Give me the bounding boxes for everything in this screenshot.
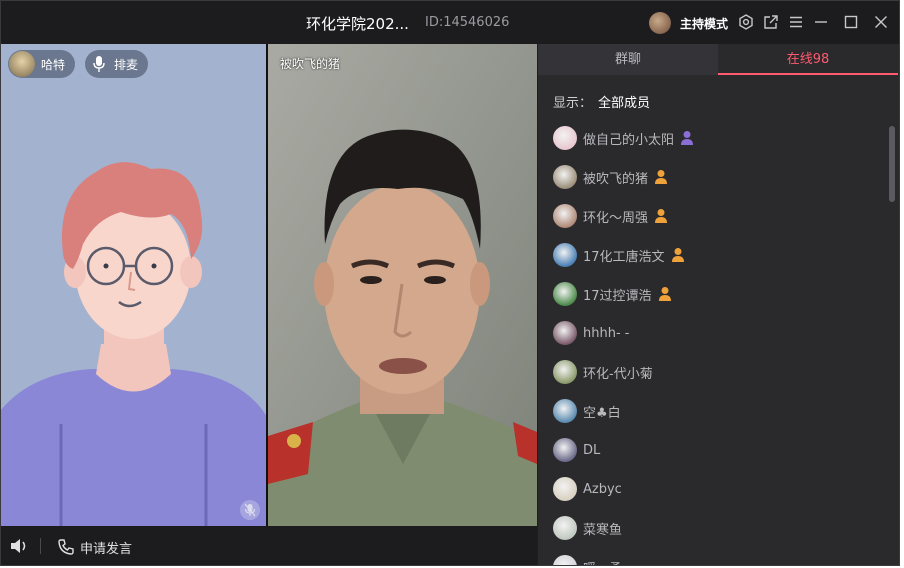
avatar: [553, 516, 577, 540]
member-name: 空♣白: [583, 405, 621, 421]
member-row[interactable]: 做自己的小太阳: [553, 125, 694, 151]
side-panel: 群聊 在线98 显示： 全部成员 做自己的小太阳 被吹飞的猪环化～周强 17化工唐浩文…: [538, 44, 899, 566]
member-name: 17化工唐浩文: [583, 249, 665, 265]
popout-icon[interactable]: [762, 13, 780, 31]
speaker-role-icon: [658, 286, 672, 302]
member-row[interactable]: 17化工唐浩文: [553, 242, 685, 268]
member-row[interactable]: Azbyc: [553, 476, 622, 502]
mic-queue-label: 排麦: [114, 57, 139, 72]
avatar: [553, 165, 577, 189]
tab-online-members[interactable]: 在线98: [718, 44, 898, 75]
phone-icon: [58, 539, 74, 555]
member-name: 被吹飞的猪: [583, 171, 649, 187]
member-row[interactable]: 被吹飞的猪: [553, 164, 668, 190]
member-row[interactable]: hhhh- -: [553, 320, 629, 346]
member-name: Azbyc: [583, 481, 622, 497]
member-list: 做自己的小太阳 被吹飞的猪环化～周强 17化工唐浩文 17过控谭浩 hhhh- - 环化-…: [538, 119, 888, 566]
apply-to-speak-button[interactable]: 申请发言: [57, 536, 132, 558]
avatar: [553, 282, 577, 306]
bottom-toolbar: 申请发言: [1, 526, 537, 565]
avatar: [553, 204, 577, 228]
member-filter[interactable]: 显示： 全部成员: [553, 92, 650, 111]
host-avatar[interactable]: [649, 12, 671, 34]
member-name: 菜寒鱼: [583, 522, 623, 538]
toolbar-divider: [40, 538, 41, 554]
settings-icon[interactable]: [737, 13, 755, 31]
filter-label: 显示：: [553, 96, 593, 111]
avatar: [553, 243, 577, 267]
member-name: 做自己的小太阳: [583, 132, 675, 148]
member-name: 暖、柔: [583, 558, 622, 566]
speaker-role-icon: [654, 208, 668, 224]
member-row[interactable]: 暖、柔: [553, 554, 622, 566]
avatar: [553, 477, 577, 501]
camera-user-name: 被吹飞的猪: [280, 57, 341, 71]
panel-tabs: 群聊 在线98: [538, 44, 899, 75]
filter-value: 全部成员: [598, 96, 651, 111]
avatar-illustration: [1, 44, 266, 526]
member-row[interactable]: 环化～周强: [553, 203, 668, 229]
title-bar: 环化学院202... ID:14546026 主持模式: [1, 1, 899, 44]
member-name: hhhh- -: [583, 325, 630, 341]
camera-feed-image: [268, 44, 537, 526]
mic-queue-button[interactable]: 排麦: [85, 50, 149, 78]
maximize-icon[interactable]: [842, 13, 860, 31]
member-list-scrollbar[interactable]: [889, 126, 895, 202]
apply-to-speak-label: 申请发言: [80, 541, 133, 557]
close-icon[interactable]: [872, 13, 890, 31]
avatar: [553, 399, 577, 423]
host-mode-label[interactable]: 主持模式: [680, 15, 728, 32]
avatar: [553, 555, 577, 565]
member-name: 17过控谭浩: [583, 288, 652, 304]
member-row[interactable]: 环化-代小菊: [553, 359, 653, 385]
microphone-icon: [88, 53, 110, 75]
speaker-role-icon: [671, 247, 685, 263]
app-window: 环化学院202... ID:14546026 主持模式 哈特 排麦 被吹飞的猪 …: [0, 0, 900, 566]
room-id: ID:14546026: [425, 15, 510, 30]
avatar: [553, 438, 577, 462]
menu-icon[interactable]: [787, 13, 805, 31]
room-title: 环化学院202...: [306, 15, 409, 33]
user-pill-label: 哈特: [41, 57, 66, 72]
video-tile-camera[interactable]: 被吹飞的猪: [268, 44, 537, 526]
speaker-icon[interactable]: [9, 536, 29, 556]
avatar: [553, 321, 577, 345]
tab-group-chat[interactable]: 群聊: [538, 44, 718, 75]
speaker-role-icon: [654, 169, 668, 185]
member-name: 环化-代小菊: [583, 366, 653, 382]
video-stage: 哈特 排麦 被吹飞的猪: [1, 44, 537, 526]
user-pill-avatar: [9, 51, 35, 77]
member-name: DL: [583, 442, 601, 458]
member-row[interactable]: 空♣白: [553, 398, 621, 424]
member-row[interactable]: 菜寒鱼: [553, 515, 622, 541]
member-row[interactable]: DL: [553, 437, 600, 463]
video-tile-placeholder[interactable]: 哈特 排麦: [1, 44, 266, 526]
member-row[interactable]: 17过控谭浩: [553, 281, 672, 307]
host-role-icon: [680, 130, 694, 146]
member-name: 环化～周强: [583, 210, 649, 226]
minimize-icon[interactable]: [812, 13, 830, 31]
avatar: [553, 126, 577, 150]
user-pill[interactable]: 哈特: [8, 50, 76, 78]
mic-muted-icon: [240, 500, 260, 520]
avatar: [553, 360, 577, 384]
